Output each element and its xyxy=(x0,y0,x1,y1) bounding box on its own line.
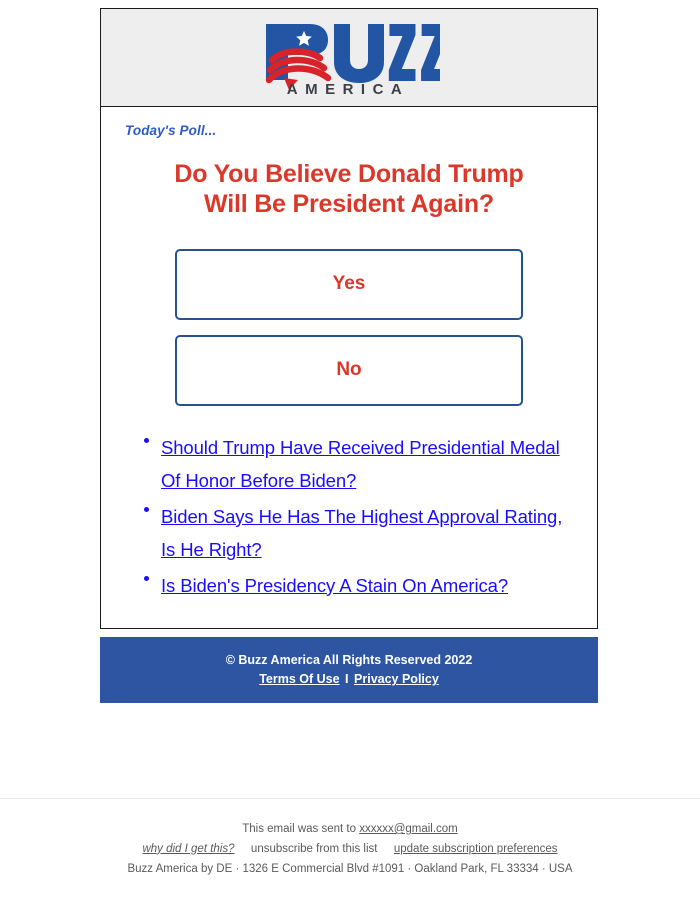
email-body: Today's Poll... Do You Believe Donald Tr… xyxy=(101,107,597,628)
logo-artwork: AMERICA xyxy=(265,23,440,98)
logo-subtitle: AMERICA xyxy=(287,81,410,98)
article-link-list: Should Trump Have Received Presidential … xyxy=(115,432,583,603)
list-item: Should Trump Have Received Presidential … xyxy=(144,432,575,498)
poll-kicker: Today's Poll... xyxy=(125,123,217,138)
email-container: AMERICA Today's Poll... Do You Believe D… xyxy=(100,8,600,704)
why-did-i-get-this-link[interactable]: why did I get this? xyxy=(142,843,234,855)
poll-question: Do You Believe Donald Trump Will Be Pres… xyxy=(123,160,575,219)
brand-footer: © Buzz America All Rights Reserved 2022 … xyxy=(100,636,598,704)
mail-footer: This email was sent to xxxxxx@gmail.com … xyxy=(0,820,700,879)
poll-option-no-button[interactable]: No xyxy=(175,335,523,406)
copyright-text: © Buzz America All Rights Reserved 2022 xyxy=(225,652,473,667)
link-separator: I xyxy=(345,672,349,687)
email-header: AMERICA xyxy=(101,9,597,107)
poll-option-yes-button[interactable]: Yes xyxy=(175,249,523,320)
poll-question-line-2: Will Be President Again? xyxy=(204,189,494,218)
article-link[interactable]: Should Trump Have Received Presidential … xyxy=(161,437,560,491)
footer-divider xyxy=(0,798,700,799)
sent-to-line: This email was sent to xxxxxx@gmail.com xyxy=(0,820,700,840)
sent-to-label: This email was sent to xyxy=(242,823,356,835)
bullet-icon xyxy=(144,438,149,443)
mailing-address: Buzz America by DE · 1326 E Commercial B… xyxy=(127,862,573,875)
recipient-email-link[interactable]: xxxxxx@gmail.com xyxy=(359,823,458,835)
list-item: Is Biden's Presidency A Stain On America… xyxy=(144,570,575,603)
terms-of-use-link[interactable]: Terms Of Use xyxy=(259,672,339,686)
legal-links: Terms Of Use I Privacy Policy xyxy=(110,669,588,689)
update-preferences-link[interactable]: update subscription preferences xyxy=(394,843,558,855)
bullet-icon xyxy=(144,506,149,512)
buzz-america-logo[interactable]: AMERICA xyxy=(258,18,440,98)
unsubscribe-link[interactable]: unsubscribe from this list xyxy=(251,843,378,855)
privacy-policy-link[interactable]: Privacy Policy xyxy=(354,672,439,686)
article-link[interactable]: Biden Says He Has The Highest Approval R… xyxy=(161,506,562,560)
email-card: AMERICA Today's Poll... Do You Believe D… xyxy=(100,8,598,629)
subscription-links: why did I get this? unsubscribe from thi… xyxy=(0,840,700,860)
list-item: Biden Says He Has The Highest Approval R… xyxy=(144,501,575,567)
bullet-icon xyxy=(144,575,149,581)
article-link[interactable]: Is Biden's Presidency A Stain On America… xyxy=(161,575,508,596)
poll-question-line-1: Do You Believe Donald Trump xyxy=(174,160,524,188)
poll-options: Yes No xyxy=(175,249,523,406)
flag-swoosh-icon xyxy=(265,47,332,83)
